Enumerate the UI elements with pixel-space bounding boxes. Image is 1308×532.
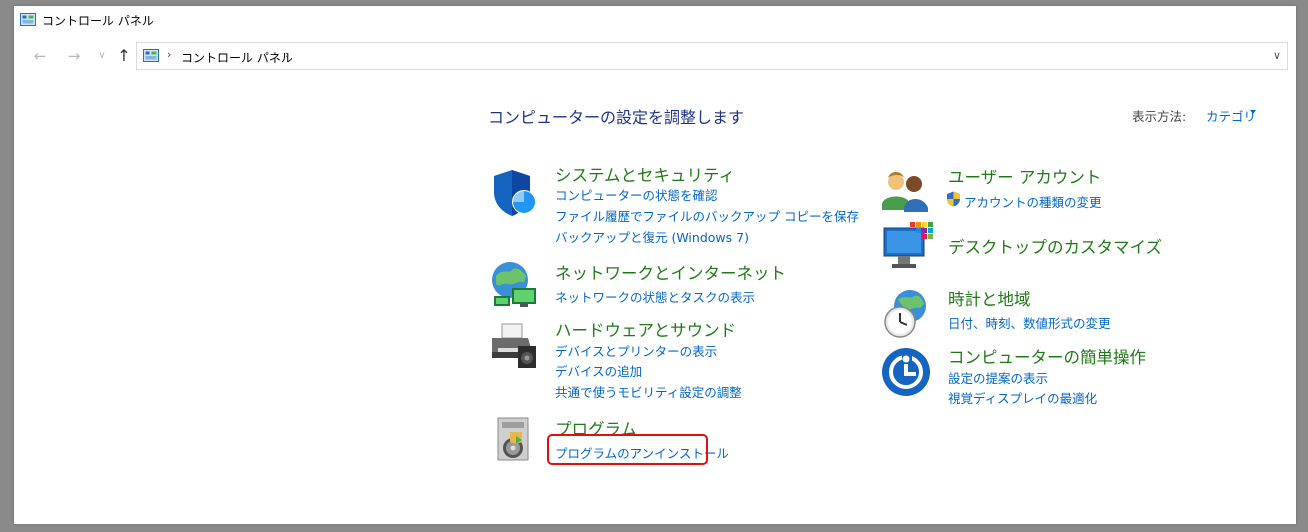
category-appearance[interactable]: デスクトップのカスタマイズ xyxy=(948,234,1162,258)
navigation-bar: ← → ∨ ↑ › コントロール パネル › ∨ xyxy=(14,40,1296,72)
category-user-accounts[interactable]: ユーザー アカウント xyxy=(948,164,1101,188)
view-by-dropdown-arrow-icon[interactable] xyxy=(1250,110,1256,114)
control-panel-icon xyxy=(143,49,159,62)
highlight-outline xyxy=(547,434,708,465)
link-mobility-settings[interactable]: 共通で使うモビリティ設定の調整 xyxy=(555,382,742,401)
printer-icon[interactable] xyxy=(488,318,542,372)
link-optimize-visual-display[interactable]: 視覚ディスプレイの最適化 xyxy=(948,388,1097,407)
view-by-dropdown[interactable]: カテゴリ xyxy=(1206,106,1256,125)
link-devices-printers[interactable]: デバイスとプリンターの表示 xyxy=(555,341,717,360)
program-disc-icon[interactable] xyxy=(488,414,542,468)
view-by-label: 表示方法: xyxy=(1132,109,1187,124)
category-network-internet[interactable]: ネットワークとインターネット xyxy=(555,260,786,284)
link-backup-restore[interactable]: バックアップと復元 (Windows 7) xyxy=(555,227,749,246)
forward-arrow-icon[interactable]: → xyxy=(64,46,84,66)
category-clock-region[interactable]: 時計と地域 xyxy=(948,286,1031,310)
link-network-status-tasks[interactable]: ネットワークの状態とタスクの表示 xyxy=(555,287,755,306)
category-hardware-sound[interactable]: ハードウェアとサウンド xyxy=(555,317,736,341)
page-heading: コンピューターの設定を調整します xyxy=(488,108,745,127)
users-icon[interactable] xyxy=(880,164,934,218)
back-arrow-icon[interactable]: ← xyxy=(30,46,50,66)
desktop-monitor-icon[interactable] xyxy=(880,220,934,274)
clock-globe-icon[interactable] xyxy=(880,286,934,340)
network-globe-icon[interactable] xyxy=(488,258,542,312)
link-check-computer-status[interactable]: コンピューターの状態を確認 xyxy=(555,185,718,204)
up-arrow-icon[interactable]: ↑ xyxy=(114,46,134,66)
address-dropdown-chevron-icon[interactable]: ∨ xyxy=(1269,49,1285,65)
ease-of-access-icon[interactable] xyxy=(880,344,934,398)
link-suggested-settings[interactable]: 設定の提案の表示 xyxy=(948,368,1048,387)
control-panel-window: コントロール パネル ← → ∨ ↑ › コントロール パネル › ∨ コンピュ… xyxy=(14,6,1296,524)
address-bar[interactable]: › コントロール パネル › ∨ xyxy=(136,42,1288,70)
uac-shield-icon xyxy=(947,191,960,207)
link-change-account-type[interactable]: アカウントの種類の変更 xyxy=(964,192,1102,211)
link-date-time-format[interactable]: 日付、時刻、数値形式の変更 xyxy=(948,313,1111,332)
shield-icon[interactable] xyxy=(488,166,542,220)
category-system-security[interactable]: システムとセキュリティ xyxy=(555,162,735,186)
title-bar: コントロール パネル xyxy=(14,6,1296,34)
recent-locations-chevron-icon[interactable]: ∨ xyxy=(92,46,112,66)
category-ease-of-access[interactable]: コンピューターの簡単操作 xyxy=(948,344,1146,368)
link-file-history-backup[interactable]: ファイル履歴でファイルのバックアップ コピーを保存 xyxy=(555,206,859,225)
link-add-device[interactable]: デバイスの追加 xyxy=(555,361,642,380)
control-panel-icon xyxy=(20,13,36,26)
breadcrumb-separator-icon[interactable]: › xyxy=(167,48,171,61)
breadcrumb-separator-icon[interactable]: › xyxy=(285,48,289,61)
breadcrumb-control-panel[interactable]: コントロール パネル xyxy=(181,49,293,66)
window-title: コントロール パネル xyxy=(42,14,154,28)
